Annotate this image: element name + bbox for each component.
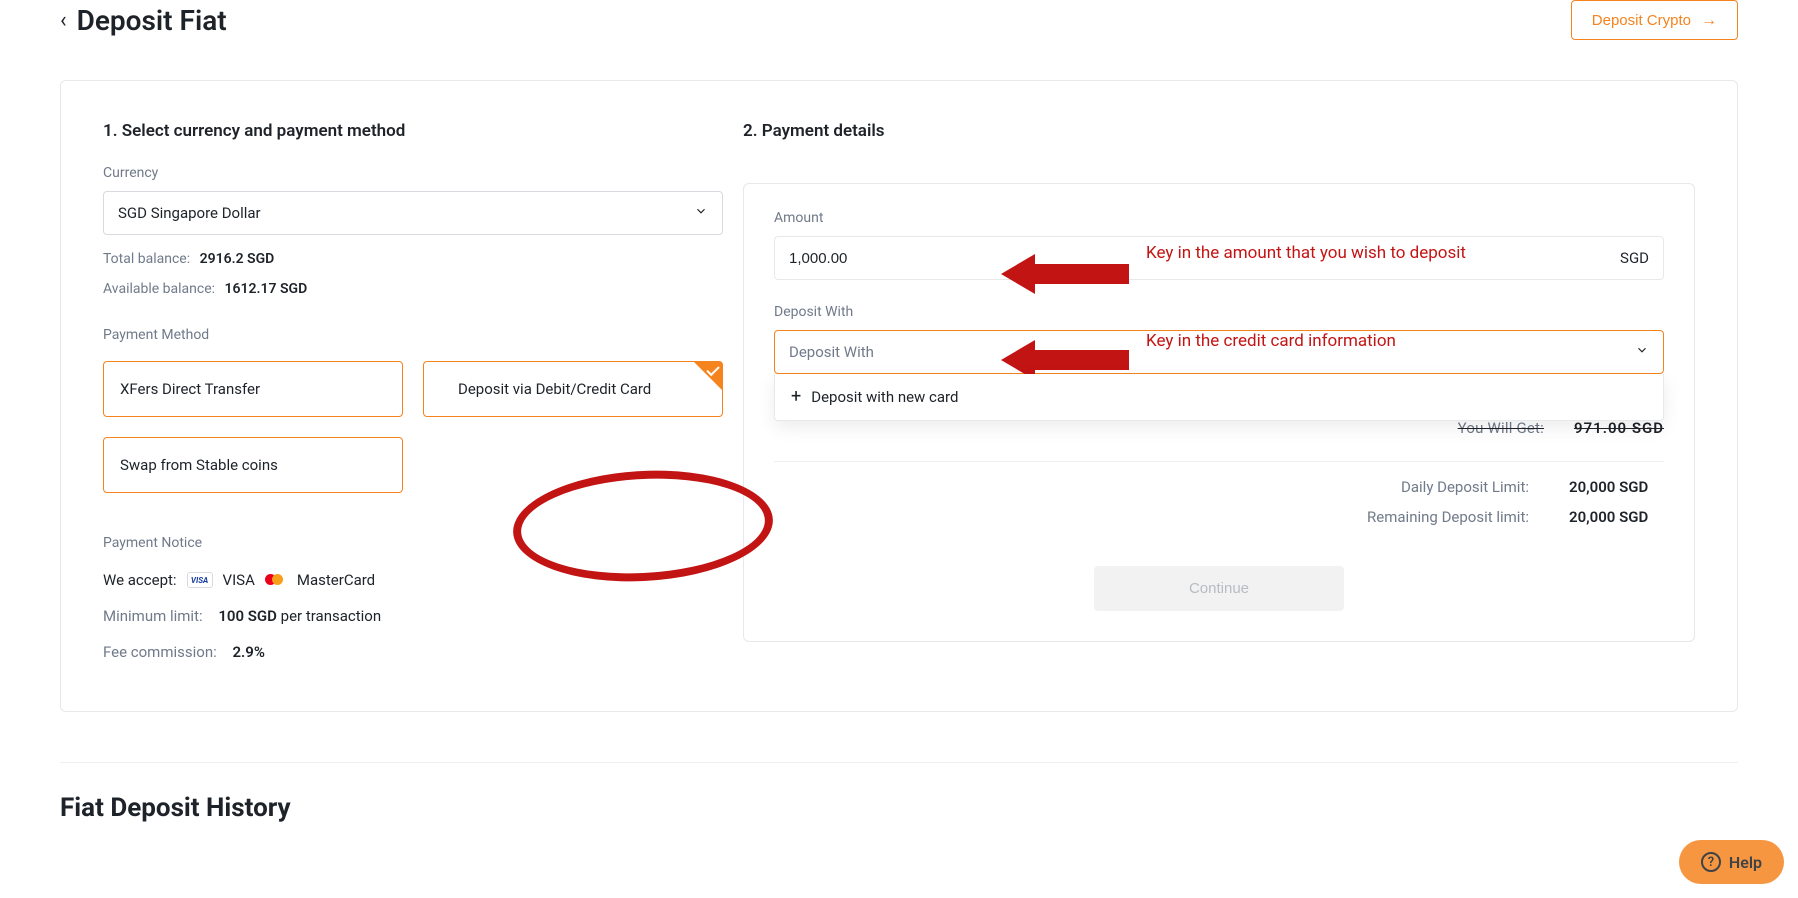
per-transaction: per transaction (281, 607, 381, 625)
fee-row: Fee commission: 2.9% (103, 643, 743, 661)
deposit-with-select[interactable]: Deposit With (774, 330, 1664, 374)
visa-icon: VISA (187, 572, 213, 588)
pm-xfers-label: XFers Direct Transfer (120, 380, 260, 398)
fee-value: 2.9% (232, 643, 264, 661)
payment-details-section: 2. Payment details Amount SGD Deposit Wi… (743, 121, 1695, 661)
pm-swap-stable-label: Swap from Stable coins (120, 456, 278, 474)
payment-notice-title: Payment Notice (103, 535, 743, 551)
available-balance-label: Available balance: (103, 281, 215, 297)
currency-value: SGD Singapore Dollar (118, 204, 261, 222)
mastercard-text: MasterCard (297, 571, 375, 589)
section-1-title: 1. Select currency and payment method (103, 121, 743, 141)
deposit-with-placeholder: Deposit With (789, 343, 874, 361)
remaining-limit-label: Remaining Deposit limit: (1367, 508, 1529, 526)
daily-limit-value: 20,000 SGD (1569, 478, 1664, 496)
currency-method-section: 1. Select currency and payment method Cu… (103, 121, 743, 661)
deposit-card: 1. Select currency and payment method Cu… (60, 80, 1738, 712)
fee-label: Fee commission: (103, 643, 217, 661)
you-will-get-value: 971.00 SGD (1574, 419, 1664, 437)
deposit-with-label: Deposit With (774, 304, 1664, 320)
total-balance-label: Total balance: (103, 251, 190, 267)
daily-limit-row: Daily Deposit Limit: 20,000 SGD (774, 478, 1664, 496)
section-divider (60, 762, 1738, 763)
amount-label: Amount (774, 210, 1664, 226)
help-button[interactable]: ? Help (1679, 840, 1784, 884)
chevron-down-icon (1635, 343, 1649, 361)
currency-label: Currency (103, 165, 743, 181)
payment-method-label: Payment Method (103, 327, 743, 343)
pm-credit-card[interactable]: Deposit via Debit/Credit Card (423, 361, 723, 417)
pm-xfers[interactable]: XFers Direct Transfer (103, 361, 403, 417)
deposit-crypto-label: Deposit Crypto (1592, 12, 1691, 29)
available-balance-row: Available balance: 1612.17 SGD (103, 281, 743, 297)
total-balance-value: 2916.2 SGD (200, 251, 275, 267)
you-will-get-label: You Will Get: (1458, 419, 1544, 437)
min-limit-value: 100 SGD (218, 607, 277, 625)
remaining-limit-value: 20,000 SGD (1569, 508, 1664, 526)
pm-swap-stable[interactable]: Swap from Stable coins (103, 437, 403, 493)
currency-select[interactable]: SGD Singapore Dollar (103, 191, 723, 235)
total-balance-row: Total balance: 2916.2 SGD (103, 251, 743, 267)
divider (774, 461, 1664, 462)
deposit-with-dropdown: + Deposit with new card (774, 374, 1664, 421)
amount-suffix: SGD (1620, 249, 1649, 267)
selected-check-icon (694, 362, 722, 390)
we-accept-label: We accept: (103, 571, 177, 589)
help-label: Help (1729, 853, 1762, 872)
continue-button[interactable]: Continue (1094, 566, 1344, 611)
help-icon: ? (1701, 852, 1721, 872)
you-will-get-row: You Will Get: 971.00 SGD (774, 419, 1664, 437)
available-balance-value: 1612.17 SGD (225, 281, 308, 297)
we-accept-row: We accept: VISA VISA MasterCard (103, 571, 743, 589)
deposit-new-card-item[interactable]: + Deposit with new card (791, 388, 1647, 406)
section-2-title: 2. Payment details (743, 121, 1695, 141)
page-title: Deposit Fiat (77, 4, 227, 37)
back-chevron-icon[interactable]: ‹ (60, 8, 67, 33)
amount-input[interactable] (789, 250, 1620, 267)
visa-text: VISA (223, 571, 255, 589)
deposit-new-card-label: Deposit with new card (811, 388, 958, 406)
mastercard-icon (265, 572, 287, 588)
history-title: Fiat Deposit History (60, 793, 1738, 823)
arrow-right-icon: → (1701, 12, 1717, 30)
min-limit-label: Minimum limit: (103, 607, 203, 625)
chevron-down-icon (694, 204, 708, 222)
min-limit-row: Minimum limit: 100 SGD per transaction (103, 607, 743, 625)
amount-input-wrap[interactable]: SGD (774, 236, 1664, 280)
remaining-limit-row: Remaining Deposit limit: 20,000 SGD (774, 508, 1664, 526)
pm-credit-card-label: Deposit via Debit/Credit Card (440, 380, 651, 398)
deposit-crypto-button[interactable]: Deposit Crypto → (1571, 0, 1738, 40)
page-title-wrap: ‹ Deposit Fiat (60, 4, 227, 37)
payment-details-box: Amount SGD Deposit With Deposit With + D… (743, 183, 1695, 642)
daily-limit-label: Daily Deposit Limit: (1401, 478, 1529, 496)
plus-icon: + (791, 388, 801, 406)
